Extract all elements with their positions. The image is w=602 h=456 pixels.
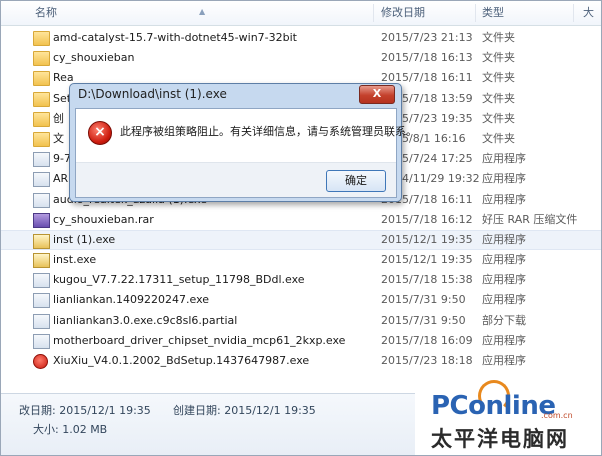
file-row[interactable]: cy_shouxieban.rar 2015/7/18 16:12 好压 RAR 压… bbox=[1, 210, 601, 230]
file-type: 应用程序 bbox=[482, 333, 526, 347]
file-type: 应用程序 bbox=[482, 152, 526, 166]
file-type: 文件夹 bbox=[482, 31, 515, 44]
pkg-icon bbox=[33, 233, 50, 249]
folder-icon bbox=[33, 51, 50, 67]
file-type: 文件夹 bbox=[482, 91, 515, 105]
file-type: 应用程序 bbox=[482, 253, 526, 267]
file-name: kugou_V7.7.22.17311_setup_11798_BDdl.exe bbox=[53, 273, 305, 287]
folder-icon bbox=[33, 71, 50, 87]
watermark-domain: .com.cn bbox=[541, 411, 573, 420]
file-name: lianliankan.1409220247.exe bbox=[53, 293, 210, 307]
file-date: 2015/7/23 21:13 bbox=[381, 31, 473, 44]
file-type: 应用程序 bbox=[482, 192, 526, 206]
file-date: 2015/12/1 19:35 bbox=[381, 253, 473, 267]
file-type: 文件夹 bbox=[482, 131, 515, 145]
sort-arrow-icon: ▲ bbox=[199, 7, 206, 16]
file-size: 大小: 1.02 MB bbox=[33, 423, 108, 436]
file-explorer: 名称 ▲ 修改日期 类型 大 amd-catalyst-15.7-with-do… bbox=[0, 0, 602, 456]
file-name: cy_shouxieban bbox=[53, 51, 135, 65]
folder-icon bbox=[33, 91, 50, 107]
file-type: 好压 RAR 压缩文件 bbox=[482, 212, 578, 226]
dialog-close-button[interactable]: X bbox=[359, 85, 395, 104]
file-type: 应用程序 bbox=[482, 172, 526, 186]
file-row[interactable]: kugou_V7.7.22.17311_setup_11798_BDdl.exe… bbox=[1, 270, 601, 290]
file-row[interactable]: lianliankan3.0.exe.c9c8sl6.partial 2015/7… bbox=[1, 311, 601, 331]
file-date: 2015/7/18 16:12 bbox=[381, 212, 473, 226]
exe-icon bbox=[33, 273, 50, 289]
modified-date: 改日期: 2015/12/1 19:35 bbox=[19, 404, 151, 417]
exe-icon bbox=[33, 333, 50, 349]
folder-icon bbox=[33, 111, 50, 127]
file-date: 2015/7/31 9:50 bbox=[381, 293, 466, 307]
column-size[interactable]: 大 bbox=[583, 1, 594, 25]
file-type: 应用程序 bbox=[482, 232, 526, 246]
file-type: 应用程序 bbox=[482, 354, 526, 367]
file-type: 文件夹 bbox=[482, 71, 515, 85]
file-name: cy_shouxieban.rar bbox=[53, 212, 154, 226]
watermark-en: PConline bbox=[431, 391, 556, 421]
file-row[interactable]: inst (1).exe 2015/12/1 19:35 应用程序 bbox=[1, 229, 601, 251]
file-row[interactable]: amd-catalyst-15.7-with-dotnet45-win7-32b… bbox=[1, 28, 601, 48]
file-name: inst (1).exe bbox=[53, 232, 116, 246]
column-divider[interactable] bbox=[373, 4, 374, 22]
column-type[interactable]: 类型 bbox=[482, 1, 504, 25]
column-header: 名称 ▲ 修改日期 类型 大 bbox=[1, 1, 601, 26]
exe-icon bbox=[33, 192, 50, 208]
column-divider[interactable] bbox=[573, 4, 574, 22]
file-date: 2015/7/18 16:13 bbox=[381, 51, 473, 65]
file-name: amd-catalyst-15.7-with-dotnet45-win7-32b… bbox=[53, 31, 297, 44]
dialog-message: 此程序被组策略阻止。有关详细信息，请与系统管理员联系。 bbox=[120, 125, 417, 138]
file-type: 部分下载 bbox=[482, 313, 526, 327]
dialog-body: × 此程序被组策略阻止。有关详细信息，请与系统管理员联系。 确定 bbox=[75, 108, 417, 198]
file-name: inst.exe bbox=[53, 253, 97, 267]
file-row[interactable]: lianliankan.1409220247.exe 2015/7/31 9:50… bbox=[1, 290, 601, 310]
column-divider[interactable] bbox=[475, 4, 476, 22]
folder-icon bbox=[33, 31, 50, 46]
file-name: motherboard_driver_chipset_nvidia_mcp61_… bbox=[53, 333, 346, 347]
exe-icon bbox=[33, 313, 50, 329]
file-row[interactable]: motherboard_driver_chipset_nvidia_mcp61_… bbox=[1, 331, 601, 351]
file-name: XiuXiu_V4.0.1.2002_BdSetup.1437647987.ex… bbox=[53, 354, 310, 367]
pconline-watermark: PConline .com.cn 太平洋电脑网 bbox=[415, 377, 601, 455]
dialog-title: D:\Download\inst (1).exe bbox=[78, 87, 227, 101]
file-name: 文 bbox=[53, 131, 64, 145]
folder-icon bbox=[33, 131, 50, 147]
red-icon bbox=[33, 354, 48, 369]
created-date: 创建日期: 2015/12/1 19:35 bbox=[173, 404, 316, 417]
file-date: 2015/7/31 9:50 bbox=[381, 313, 466, 327]
column-name[interactable]: 名称 bbox=[35, 1, 57, 25]
file-type: 文件夹 bbox=[482, 51, 515, 65]
exe-icon bbox=[33, 172, 50, 188]
file-type: 应用程序 bbox=[482, 273, 526, 287]
file-row[interactable]: inst.exe 2015/12/1 19:35 应用程序 bbox=[1, 250, 601, 270]
file-row[interactable]: XiuXiu_V4.0.1.2002_BdSetup.1437647987.ex… bbox=[1, 351, 601, 371]
pkg-icon bbox=[33, 253, 50, 269]
exe-icon bbox=[33, 293, 50, 309]
file-row[interactable]: cy_shouxieban 2015/7/18 16:13 文件夹 bbox=[1, 48, 601, 68]
file-date: 2015/7/18 16:09 bbox=[381, 333, 473, 347]
file-date: 2015/7/18 15:38 bbox=[381, 273, 473, 287]
exe-icon bbox=[33, 152, 50, 168]
file-name: lianliankan3.0.exe.c9c8sl6.partial bbox=[53, 313, 238, 327]
watermark-cn: 太平洋电脑网 bbox=[431, 427, 569, 451]
column-date[interactable]: 修改日期 bbox=[381, 1, 425, 25]
file-name: AR bbox=[53, 172, 69, 186]
error-icon: × bbox=[88, 121, 112, 145]
file-name: 创 bbox=[53, 111, 64, 125]
rar-icon bbox=[33, 212, 50, 228]
file-type: 文件夹 bbox=[482, 111, 515, 125]
file-type: 应用程序 bbox=[482, 293, 526, 307]
ok-button[interactable]: 确定 bbox=[326, 170, 386, 192]
error-dialog: D:\Download\inst (1).exe X × 此程序被组策略阻止。有… bbox=[69, 83, 417, 202]
file-date: 2015/7/23 18:18 bbox=[381, 354, 473, 367]
file-date: 2015/12/1 19:35 bbox=[381, 232, 473, 246]
dialog-footer: 确定 bbox=[76, 162, 396, 197]
